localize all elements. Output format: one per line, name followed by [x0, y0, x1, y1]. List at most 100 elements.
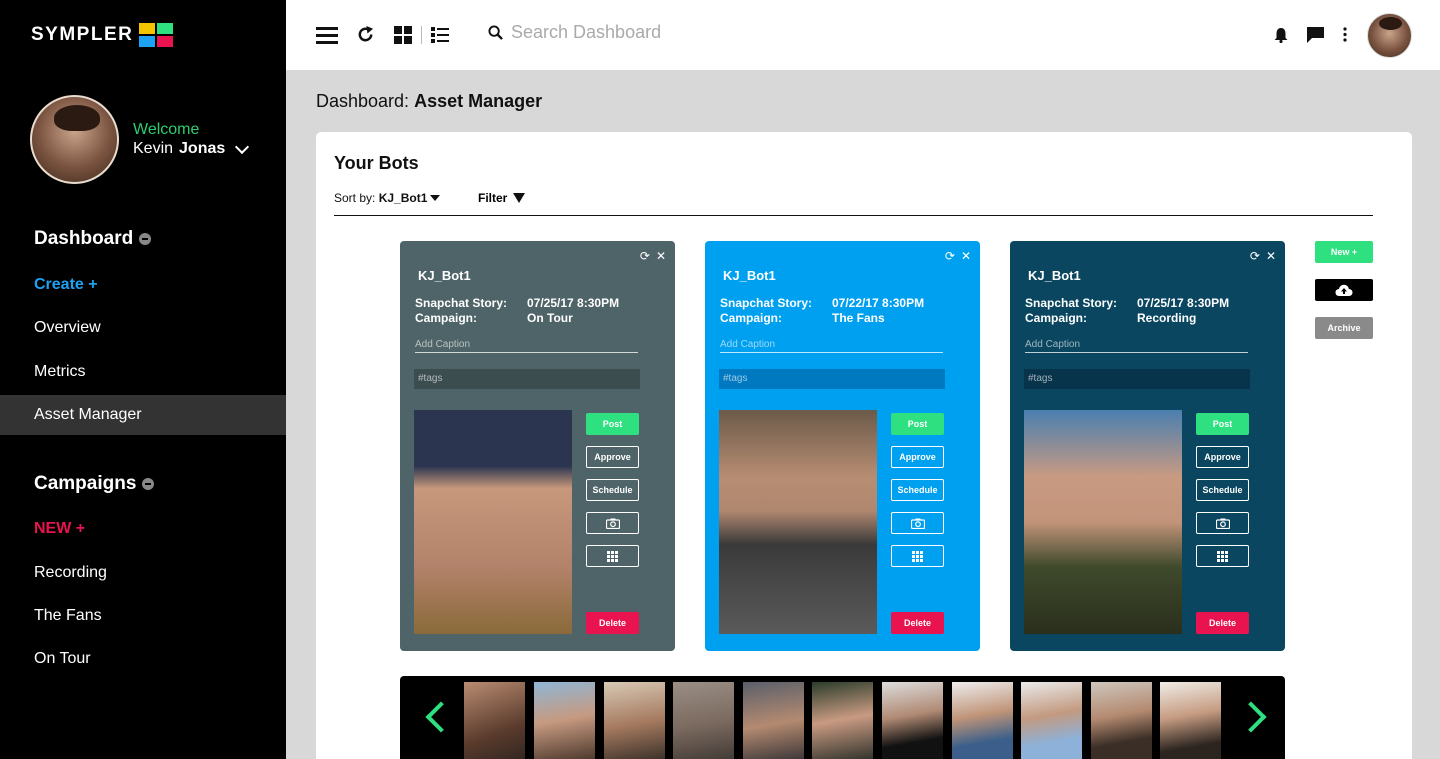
story-value: 07/22/17 8:30PM [832, 296, 925, 310]
collapse-icon[interactable] [142, 478, 155, 490]
sort-label: Sort by: [334, 191, 376, 205]
bot-photo[interactable] [719, 410, 877, 634]
more-vertical-icon[interactable] [1343, 27, 1347, 42]
user-name[interactable]: Kevin Jonas [133, 139, 250, 158]
sort-control[interactable]: Sort by: KJ_Bot1 [334, 191, 441, 205]
sidebar-item-overview[interactable]: Overview [0, 308, 286, 348]
post-button[interactable]: Post [586, 413, 639, 435]
sidebar-item-new-campaign[interactable]: NEW + [0, 509, 286, 549]
thumbnail[interactable] [1160, 682, 1221, 759]
new-bot-button[interactable]: New + [1315, 241, 1373, 263]
approve-button[interactable]: Approve [891, 446, 944, 468]
thumbnail[interactable] [464, 682, 525, 759]
archive-button[interactable]: Archive [1315, 317, 1373, 339]
sidebar: SYMPLER Welcome Kevin Jonas Dashboard Cr… [0, 0, 286, 759]
grid-button[interactable] [586, 545, 639, 567]
search-input[interactable] [511, 22, 811, 43]
filter-label: Filter [478, 191, 508, 205]
camera-icon [910, 518, 925, 529]
collapse-icon[interactable] [139, 233, 152, 245]
refresh-icon[interactable]: ⟳ [640, 249, 650, 263]
sidebar-item-create[interactable]: Create + [0, 265, 286, 305]
thumbnail[interactable] [1091, 682, 1152, 759]
caption-input[interactable]: Add Caption [415, 339, 638, 353]
delete-button[interactable]: Delete [586, 612, 639, 634]
breadcrumb: Dashboard: Asset Manager [316, 91, 542, 112]
chat-icon[interactable] [1307, 27, 1324, 43]
filter-icon[interactable] [513, 193, 526, 203]
nav-heading-dashboard[interactable]: Dashboard [34, 228, 152, 250]
sidebar-item-the-fans[interactable]: The Fans [0, 596, 286, 636]
camera-icon [1215, 518, 1230, 529]
sidebar-item-recording[interactable]: Recording [0, 553, 286, 593]
delete-button[interactable]: Delete [1196, 612, 1249, 634]
post-button[interactable]: Post [1196, 413, 1249, 435]
upload-button[interactable] [1315, 279, 1373, 301]
thumbnail[interactable] [534, 682, 595, 759]
story-label: Snapchat Story: [415, 296, 508, 310]
thumbnail[interactable] [812, 682, 873, 759]
tags-input[interactable]: #tags [719, 369, 945, 389]
camera-button[interactable] [586, 512, 639, 534]
cloud-upload-icon [1335, 284, 1353, 296]
bot-photo[interactable] [414, 410, 572, 634]
user-first-name: Kevin [133, 140, 174, 157]
arrow-right-icon[interactable] [1235, 701, 1267, 733]
camera-button[interactable] [891, 512, 944, 534]
schedule-button[interactable]: Schedule [1196, 479, 1249, 501]
close-icon[interactable]: ✕ [656, 249, 666, 263]
tags-input[interactable]: #tags [414, 369, 640, 389]
story-label: Snapchat Story: [720, 296, 813, 310]
schedule-button[interactable]: Schedule [586, 479, 639, 501]
post-button[interactable]: Post [891, 413, 944, 435]
story-value: 07/25/17 8:30PM [527, 296, 620, 310]
menu-icon[interactable] [316, 26, 338, 44]
thumbnail[interactable] [743, 682, 804, 759]
user-avatar[interactable] [1367, 13, 1412, 58]
bell-icon[interactable] [1274, 27, 1288, 43]
thumbnail[interactable] [952, 682, 1013, 759]
tags-input[interactable]: #tags [1024, 369, 1250, 389]
refresh-icon[interactable]: ⟳ [1250, 249, 1260, 263]
chevron-down-icon[interactable] [235, 139, 250, 154]
approve-button[interactable]: Approve [586, 446, 639, 468]
campaign-label: Campaign: [415, 311, 478, 325]
nav-heading-campaigns[interactable]: Campaigns [34, 473, 155, 495]
grid-button[interactable] [1196, 545, 1249, 567]
caption-input[interactable]: Add Caption [1025, 339, 1248, 353]
breadcrumb-current: Asset Manager [414, 91, 543, 111]
close-icon[interactable]: ✕ [961, 249, 971, 263]
schedule-button[interactable]: Schedule [891, 479, 944, 501]
bot-photo[interactable] [1024, 410, 1182, 634]
sidebar-item-on-tour[interactable]: On Tour [0, 639, 286, 679]
refresh-icon[interactable]: ⟳ [945, 249, 955, 263]
grid-view-icon[interactable] [394, 26, 412, 44]
bot-meta: Snapchat Story: 07/25/17 8:30PM Campaign… [1025, 296, 1257, 326]
user-profile[interactable]: Welcome Kevin Jonas [30, 95, 250, 184]
sidebar-item-metrics[interactable]: Metrics [0, 352, 286, 392]
thumbnail[interactable] [882, 682, 943, 759]
apps-grid-icon [912, 550, 923, 562]
approve-button[interactable]: Approve [1196, 446, 1249, 468]
divider [334, 215, 1373, 216]
delete-button[interactable]: Delete [891, 612, 944, 634]
refresh-icon[interactable] [356, 25, 375, 44]
thumbnail[interactable] [1021, 682, 1082, 759]
user-last-name: Jonas [179, 140, 226, 157]
panel-title: Your Bots [334, 153, 419, 173]
caret-down-icon[interactable] [430, 195, 441, 201]
logo[interactable]: SYMPLER [31, 23, 174, 47]
close-icon[interactable]: ✕ [1266, 249, 1276, 263]
filter-control[interactable]: Filter [478, 191, 526, 205]
logo-mark [139, 23, 174, 47]
caption-input[interactable]: Add Caption [720, 339, 943, 353]
sidebar-item-asset-manager[interactable]: Asset Manager [0, 395, 286, 435]
grid-button[interactable] [891, 545, 944, 567]
arrow-left-icon[interactable] [425, 701, 457, 733]
camera-button[interactable] [1196, 512, 1249, 534]
list-view-icon[interactable] [431, 27, 449, 43]
card-actions: New + Archive [1315, 241, 1373, 355]
card-controls: ⟳ ✕ [1250, 249, 1276, 263]
thumbnail[interactable] [604, 682, 665, 759]
thumbnail[interactable] [673, 682, 734, 759]
